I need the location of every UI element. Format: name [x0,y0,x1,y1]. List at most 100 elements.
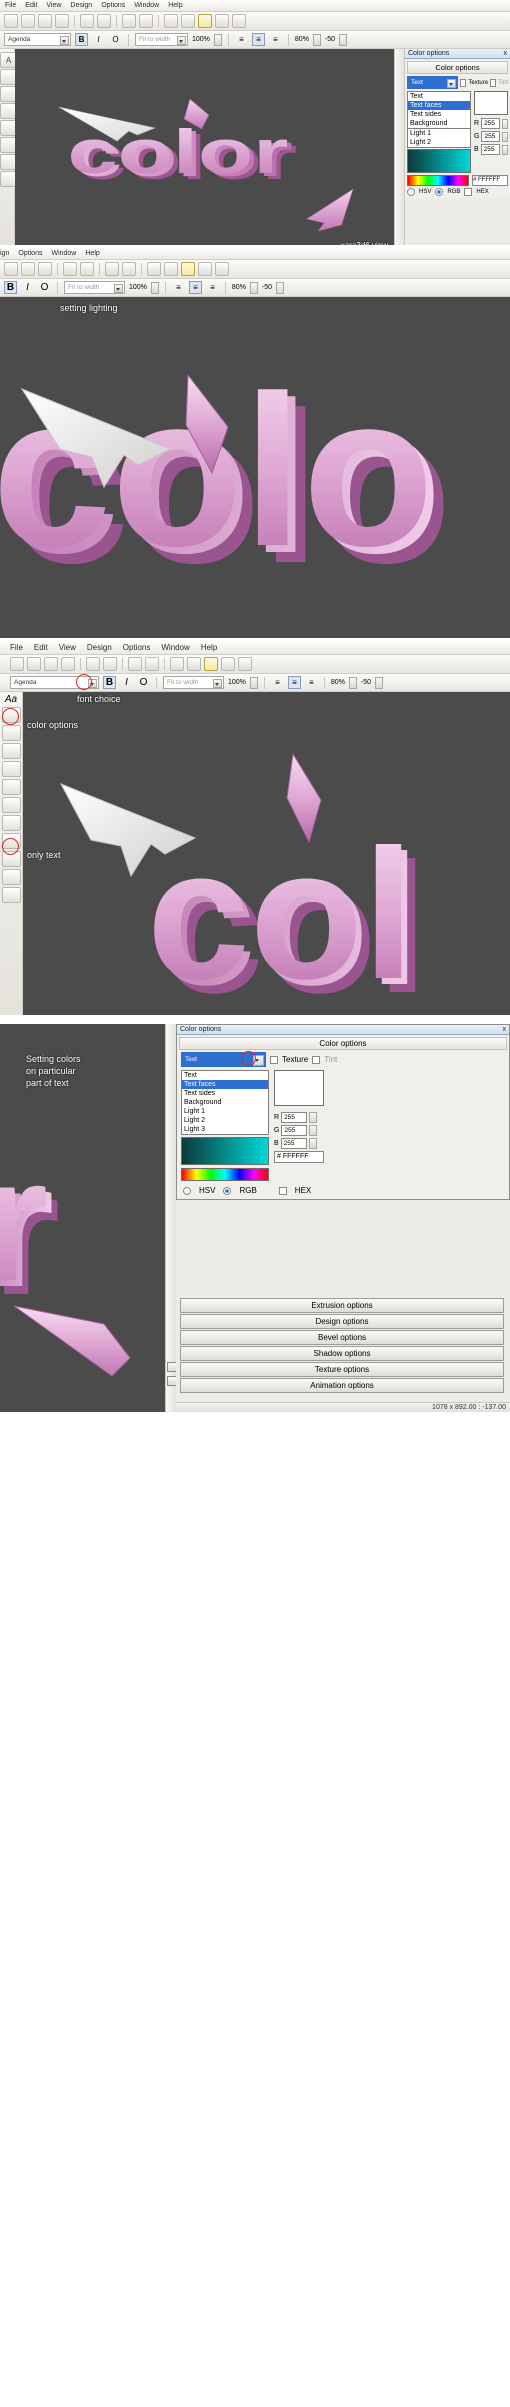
italic-icon[interactable]: I [21,281,34,294]
angle-stepper[interactable] [339,33,348,46]
align-right-icon[interactable]: ≡ [206,281,219,294]
texture-options-button-4[interactable]: Texture options [180,1362,504,1377]
light-tool-icon[interactable] [1,815,21,831]
menu-help-2[interactable]: Help [85,250,99,257]
menu-view-3[interactable]: View [59,643,76,652]
open-folder-icon[interactable] [27,657,41,671]
menu-window-2[interactable]: Window [51,250,76,257]
menu-file[interactable]: File [5,2,16,9]
open-folder-icon[interactable] [21,262,35,276]
bold-icon[interactable]: B [4,281,17,294]
zoom-stepper[interactable] [213,33,222,46]
texture-checkbox-4[interactable] [270,1055,278,1064]
channel-r-stepper-4[interactable] [309,1112,318,1123]
text-tool-icon[interactable]: Aa [0,694,22,705]
extrusion-options-button-4[interactable]: Extrusion options [180,1298,504,1313]
save-disk-icon[interactable] [38,262,52,276]
align-left-icon[interactable]: ≡ [235,33,248,46]
outline-icon[interactable]: O [109,33,122,46]
redo-icon[interactable] [145,657,159,671]
channel-b-stepper-1[interactable] [501,144,508,155]
bevel-options-button-4[interactable]: Bevel options [180,1330,504,1345]
hex-checkbox-4[interactable] [278,1186,287,1195]
save-disk-icon[interactable] [38,14,52,28]
scale-tool-icon[interactable] [1,887,21,903]
new-document-icon[interactable] [4,14,18,28]
saturation-value-field-1[interactable] [407,149,471,173]
paste-icon[interactable] [103,657,117,671]
list-item[interactable]: Light 1 [408,129,470,138]
channel-g-input-4[interactable]: 255 [281,1125,308,1136]
hex-checkbox-1[interactable] [464,188,473,196]
align-center-icon[interactable]: ≡ [251,33,265,46]
shadow-options-button-4[interactable]: Shadow options [180,1346,504,1361]
angle-stepper-3[interactable] [375,676,384,689]
copy-icon[interactable] [63,262,77,276]
background-icon[interactable] [238,657,252,671]
menu-options-2[interactable]: Options [18,250,42,257]
new-document-icon[interactable] [10,657,24,671]
list-item[interactable]: Text [182,1071,268,1080]
list-item[interactable]: Text [408,92,470,101]
toolbar-2[interactable] [0,260,510,279]
left-toolbox-3[interactable]: Aa [0,692,23,1015]
opacity-stepper-2[interactable] [249,281,258,294]
canvas-2[interactable]: setting lighting colo colo colo [0,297,510,638]
shadow-tool-icon[interactable] [1,761,21,777]
color-dialog-titlebar-4[interactable]: Color options x [177,1025,509,1035]
canvas-scrollbar-4[interactable] [165,1024,177,1412]
paste-icon[interactable] [97,14,111,28]
fit-select-3[interactable]: Fit to width [163,676,224,689]
menubar-1[interactable]: File Edit View Design Options Window Hel… [0,0,510,12]
export-icon[interactable] [187,657,201,671]
lightbulb-icon[interactable] [181,262,195,276]
menubar-3[interactable]: File Edit View Design Options Window Hel… [0,641,510,655]
undo-icon[interactable] [128,657,142,671]
zoom-stepper-2[interactable] [150,281,159,294]
menu-edit-3[interactable]: Edit [34,643,48,652]
fit-select[interactable]: Fit to width [135,33,188,46]
menubar-2[interactable]: ign Options Window Help [0,248,510,260]
lightbulb-icon[interactable] [198,14,212,28]
list-item[interactable]: Light 2 [408,138,470,147]
texture-icon[interactable] [215,14,229,28]
color-target-select-1[interactable]: Text [407,76,459,89]
menu-design-partial[interactable]: ign [0,250,9,257]
menu-window[interactable]: Window [134,2,159,9]
align-right-icon[interactable]: ≡ [269,33,282,46]
rgb-radio-1[interactable] [435,188,444,196]
bevel-tool-icon[interactable] [1,743,21,759]
hue-bar-1[interactable] [407,175,469,186]
chevron-down-icon[interactable] [177,36,186,45]
toolbar-1[interactable] [0,12,510,31]
canvas-3[interactable]: font choice color options only text col [23,692,510,1015]
align-right-icon[interactable]: ≡ [305,676,318,689]
menu-options[interactable]: Options [101,2,125,9]
list-item[interactable]: Text faces [408,101,470,110]
menu-options-3[interactable]: Options [123,643,151,652]
list-item[interactable]: Light 1 [182,1107,268,1116]
angle-stepper-2[interactable] [276,281,285,294]
menu-help-3[interactable]: Help [201,643,217,652]
animate-icon[interactable] [147,262,161,276]
copy-icon[interactable] [80,14,94,28]
new-document-icon[interactable] [4,262,18,276]
export-icon[interactable] [164,262,178,276]
saturation-value-field-4[interactable] [181,1137,269,1165]
channel-g-stepper-1[interactable] [502,131,508,142]
channel-r-input-4[interactable]: 255 [281,1112,308,1123]
outline-icon[interactable]: O [137,676,150,689]
menu-design[interactable]: Design [70,2,92,9]
bold-icon[interactable]: B [103,676,116,689]
channel-b-input-4[interactable]: 255 [280,1138,307,1149]
channel-r-stepper-1[interactable] [501,118,508,129]
copy-icon[interactable] [86,657,100,671]
format-bar-2[interactable]: B I O Fit to width 100% ≡ ≡ ≡ 80% -50 [0,279,510,297]
close-icon[interactable]: x [503,1026,507,1033]
color-options-dock-1[interactable]: Color options x Color options Text Textu… [404,49,510,245]
color-dialog-titlebar-1[interactable]: Color options x [405,49,510,59]
animation-options-button-4[interactable]: Animation options [180,1378,504,1393]
menu-help[interactable]: Help [168,2,182,9]
outline-icon[interactable]: O [38,281,51,294]
list-item[interactable]: Text faces [182,1080,268,1089]
